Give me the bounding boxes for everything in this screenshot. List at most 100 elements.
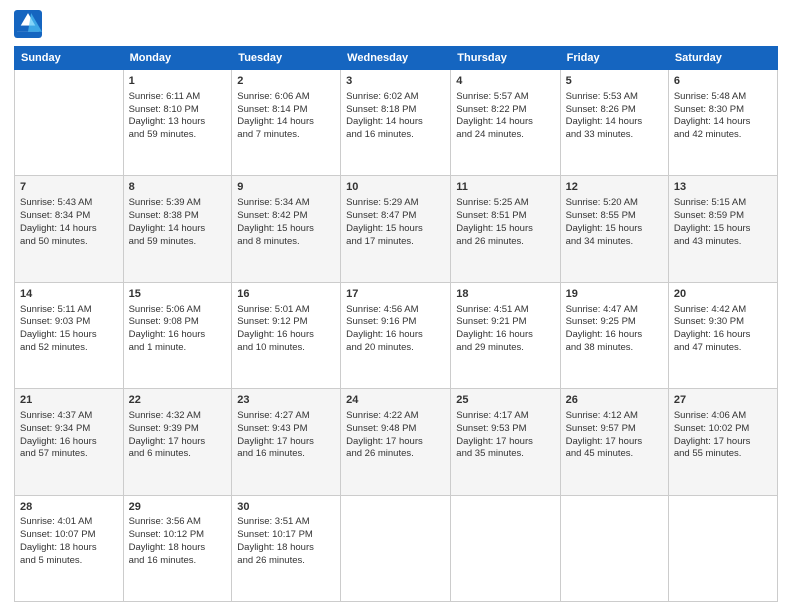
cell-text: Daylight: 15 hours bbox=[566, 223, 663, 236]
cell-text: and 52 minutes. bbox=[20, 342, 118, 355]
cell-text: Daylight: 14 hours bbox=[346, 116, 445, 129]
calendar-cell bbox=[451, 495, 560, 601]
cell-text: Sunset: 8:10 PM bbox=[129, 104, 227, 117]
cell-text: Daylight: 15 hours bbox=[237, 223, 335, 236]
cell-text: Daylight: 18 hours bbox=[20, 542, 118, 555]
cell-text: Sunset: 9:53 PM bbox=[456, 423, 554, 436]
day-number: 12 bbox=[566, 180, 663, 195]
day-number: 23 bbox=[237, 393, 335, 408]
day-number: 7 bbox=[20, 180, 118, 195]
logo-icon bbox=[14, 10, 42, 38]
calendar-cell: 16Sunrise: 5:01 AMSunset: 9:12 PMDayligh… bbox=[232, 282, 341, 388]
calendar-cell: 19Sunrise: 4:47 AMSunset: 9:25 PMDayligh… bbox=[560, 282, 668, 388]
cell-text: and 20 minutes. bbox=[346, 342, 445, 355]
cell-text: and 8 minutes. bbox=[237, 236, 335, 249]
cell-text: and 42 minutes. bbox=[674, 129, 772, 142]
calendar-cell: 14Sunrise: 5:11 AMSunset: 9:03 PMDayligh… bbox=[15, 282, 124, 388]
day-number: 13 bbox=[674, 180, 772, 195]
cell-text: and 16 minutes. bbox=[237, 448, 335, 461]
cell-text: Sunset: 9:48 PM bbox=[346, 423, 445, 436]
calendar-cell: 20Sunrise: 4:42 AMSunset: 9:30 PMDayligh… bbox=[668, 282, 777, 388]
day-number: 5 bbox=[566, 74, 663, 89]
weekday-header-friday: Friday bbox=[560, 47, 668, 70]
cell-text: Sunrise: 4:17 AM bbox=[456, 410, 554, 423]
cell-text: Sunrise: 5:39 AM bbox=[129, 197, 227, 210]
day-number: 8 bbox=[129, 180, 227, 195]
week-row-1: 1Sunrise: 6:11 AMSunset: 8:10 PMDaylight… bbox=[15, 70, 778, 176]
cell-text: Sunrise: 4:42 AM bbox=[674, 304, 772, 317]
cell-text: Sunset: 9:34 PM bbox=[20, 423, 118, 436]
cell-text: Sunrise: 4:32 AM bbox=[129, 410, 227, 423]
cell-text: and 26 minutes. bbox=[346, 448, 445, 461]
calendar-cell: 12Sunrise: 5:20 AMSunset: 8:55 PMDayligh… bbox=[560, 176, 668, 282]
calendar-cell: 25Sunrise: 4:17 AMSunset: 9:53 PMDayligh… bbox=[451, 389, 560, 495]
calendar-cell: 24Sunrise: 4:22 AMSunset: 9:48 PMDayligh… bbox=[341, 389, 451, 495]
page: SundayMondayTuesdayWednesdayThursdayFrid… bbox=[0, 0, 792, 612]
day-number: 9 bbox=[237, 180, 335, 195]
cell-text: Sunrise: 3:51 AM bbox=[237, 516, 335, 529]
day-number: 11 bbox=[456, 180, 554, 195]
day-number: 17 bbox=[346, 287, 445, 302]
cell-text: and 24 minutes. bbox=[456, 129, 554, 142]
cell-text: Daylight: 14 hours bbox=[129, 223, 227, 236]
cell-text: and 29 minutes. bbox=[456, 342, 554, 355]
calendar-cell: 26Sunrise: 4:12 AMSunset: 9:57 PMDayligh… bbox=[560, 389, 668, 495]
cell-text: Daylight: 14 hours bbox=[456, 116, 554, 129]
cell-text: Sunrise: 5:25 AM bbox=[456, 197, 554, 210]
calendar-cell: 28Sunrise: 4:01 AMSunset: 10:07 PMDaylig… bbox=[15, 495, 124, 601]
cell-text: Daylight: 14 hours bbox=[237, 116, 335, 129]
cell-text: Sunset: 8:30 PM bbox=[674, 104, 772, 117]
day-number: 28 bbox=[20, 500, 118, 515]
day-number: 20 bbox=[674, 287, 772, 302]
cell-text: Sunset: 8:38 PM bbox=[129, 210, 227, 223]
calendar-cell: 7Sunrise: 5:43 AMSunset: 8:34 PMDaylight… bbox=[15, 176, 124, 282]
calendar-cell: 23Sunrise: 4:27 AMSunset: 9:43 PMDayligh… bbox=[232, 389, 341, 495]
cell-text: Daylight: 17 hours bbox=[346, 436, 445, 449]
week-row-5: 28Sunrise: 4:01 AMSunset: 10:07 PMDaylig… bbox=[15, 495, 778, 601]
calendar-cell: 2Sunrise: 6:06 AMSunset: 8:14 PMDaylight… bbox=[232, 70, 341, 176]
cell-text: Daylight: 18 hours bbox=[129, 542, 227, 555]
cell-text: and 10 minutes. bbox=[237, 342, 335, 355]
day-number: 29 bbox=[129, 500, 227, 515]
calendar-cell: 3Sunrise: 6:02 AMSunset: 8:18 PMDaylight… bbox=[341, 70, 451, 176]
day-number: 24 bbox=[346, 393, 445, 408]
cell-text: Sunset: 8:59 PM bbox=[674, 210, 772, 223]
cell-text: and 26 minutes. bbox=[237, 555, 335, 568]
cell-text: Sunrise: 5:57 AM bbox=[456, 91, 554, 104]
cell-text: Sunrise: 4:47 AM bbox=[566, 304, 663, 317]
cell-text: Sunset: 9:21 PM bbox=[456, 316, 554, 329]
day-number: 18 bbox=[456, 287, 554, 302]
cell-text: Sunrise: 4:06 AM bbox=[674, 410, 772, 423]
cell-text: Daylight: 16 hours bbox=[566, 329, 663, 342]
cell-text: Daylight: 16 hours bbox=[237, 329, 335, 342]
calendar-cell: 5Sunrise: 5:53 AMSunset: 8:26 PMDaylight… bbox=[560, 70, 668, 176]
cell-text: Sunrise: 6:02 AM bbox=[346, 91, 445, 104]
weekday-header-tuesday: Tuesday bbox=[232, 47, 341, 70]
day-number: 26 bbox=[566, 393, 663, 408]
cell-text: Sunset: 9:39 PM bbox=[129, 423, 227, 436]
cell-text: Sunset: 8:22 PM bbox=[456, 104, 554, 117]
cell-text: Daylight: 15 hours bbox=[456, 223, 554, 236]
cell-text: Sunrise: 5:20 AM bbox=[566, 197, 663, 210]
cell-text: Daylight: 17 hours bbox=[674, 436, 772, 449]
calendar-cell: 18Sunrise: 4:51 AMSunset: 9:21 PMDayligh… bbox=[451, 282, 560, 388]
day-number: 2 bbox=[237, 74, 335, 89]
calendar-cell: 21Sunrise: 4:37 AMSunset: 9:34 PMDayligh… bbox=[15, 389, 124, 495]
cell-text: Sunrise: 3:56 AM bbox=[129, 516, 227, 529]
cell-text: Sunset: 8:51 PM bbox=[456, 210, 554, 223]
calendar-cell: 30Sunrise: 3:51 AMSunset: 10:17 PMDaylig… bbox=[232, 495, 341, 601]
calendar-cell: 8 Sunrise: 5:39 AMSunset: 8:38 PMDaylight… bbox=[123, 176, 232, 282]
week-row-2: 7Sunrise: 5:43 AMSunset: 8:34 PMDaylight… bbox=[15, 176, 778, 282]
cell-text: Sunset: 8:47 PM bbox=[346, 210, 445, 223]
day-number: 16 bbox=[237, 287, 335, 302]
cell-text: Sunrise: 6:11 AM bbox=[129, 91, 227, 104]
calendar-cell bbox=[341, 495, 451, 601]
cell-text: and 55 minutes. bbox=[674, 448, 772, 461]
cell-text: and 17 minutes. bbox=[346, 236, 445, 249]
cell-text: Sunrise: 5:53 AM bbox=[566, 91, 663, 104]
calendar-cell: 29Sunrise: 3:56 AMSunset: 10:12 PMDaylig… bbox=[123, 495, 232, 601]
cell-text: Sunset: 9:43 PM bbox=[237, 423, 335, 436]
cell-text: Sunset: 8:26 PM bbox=[566, 104, 663, 117]
calendar-table: SundayMondayTuesdayWednesdayThursdayFrid… bbox=[14, 46, 778, 602]
cell-text: Sunset: 9:08 PM bbox=[129, 316, 227, 329]
